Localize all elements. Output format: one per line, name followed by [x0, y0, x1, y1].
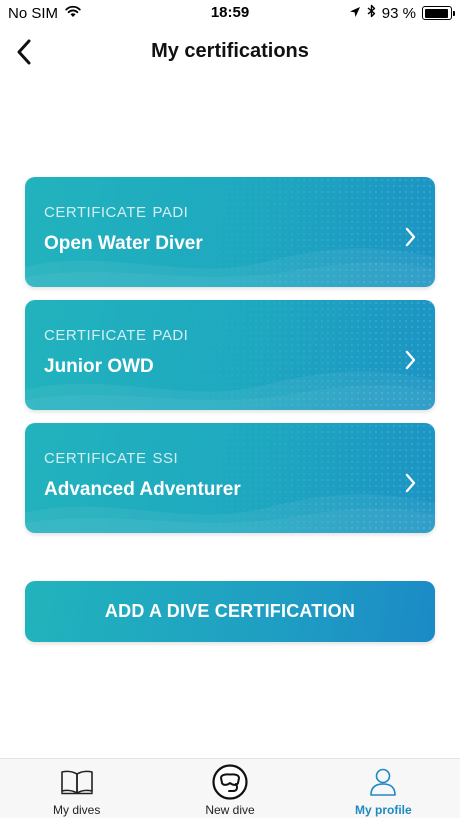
certification-card[interactable]: CERTIFICATE PADI Open Water Diver [25, 177, 435, 287]
dive-mask-icon [212, 764, 248, 800]
add-certification-button[interactable]: ADD A DIVE CERTIFICATION [25, 581, 435, 642]
certificate-org: SSI [152, 450, 179, 467]
tab-label: My profile [354, 803, 412, 817]
certificate-type-label: CERTIFICATE [44, 450, 147, 467]
tab-label: My dives [52, 803, 101, 817]
book-icon [60, 765, 94, 799]
battery-fill [424, 8, 448, 18]
chevron-right-icon [405, 473, 416, 493]
tab-bar: My dives New dive My profile [0, 758, 460, 818]
tab-new-dive[interactable]: New dive [153, 759, 306, 818]
status-bar: No SIM 18:59 93 % [0, 0, 460, 28]
location-arrow-icon [349, 5, 361, 22]
tab-my-profile[interactable]: My profile [307, 759, 460, 818]
certificate-type: CERTIFICATE PADI [44, 327, 188, 344]
tab-label: New dive [205, 803, 255, 817]
certification-list: CERTIFICATE PADI Open Water Diver CERTIFI… [25, 177, 435, 546]
status-right: 93 % [349, 4, 455, 22]
bluetooth-icon [367, 4, 376, 22]
chevron-right-icon [405, 350, 416, 370]
certificate-name: Open Water Diver [44, 233, 203, 254]
battery-icon [422, 6, 455, 20]
page-title: My certifications [151, 40, 309, 62]
navigation-bar: My certifications [0, 28, 460, 76]
chevron-right-icon [405, 227, 416, 247]
certificate-name: Advanced Adventurer [44, 479, 241, 500]
battery-percent: 93 % [381, 4, 416, 22]
certification-card[interactable]: CERTIFICATE SSI Advanced Adventurer [25, 423, 435, 533]
user-icon [369, 765, 397, 799]
certificate-type-label: CERTIFICATE [44, 327, 147, 344]
certificate-org: PADI [152, 327, 189, 344]
certificate-type-label: CERTIFICATE [44, 204, 147, 221]
certification-card[interactable]: CERTIFICATE PADI Junior OWD [25, 300, 435, 410]
tab-my-dives[interactable]: My dives [0, 759, 153, 818]
certificate-type: CERTIFICATE SSI [44, 450, 178, 467]
certificate-type: CERTIFICATE PADI [44, 204, 188, 221]
certificate-org: PADI [152, 204, 189, 221]
certificate-name: Junior OWD [44, 356, 154, 377]
